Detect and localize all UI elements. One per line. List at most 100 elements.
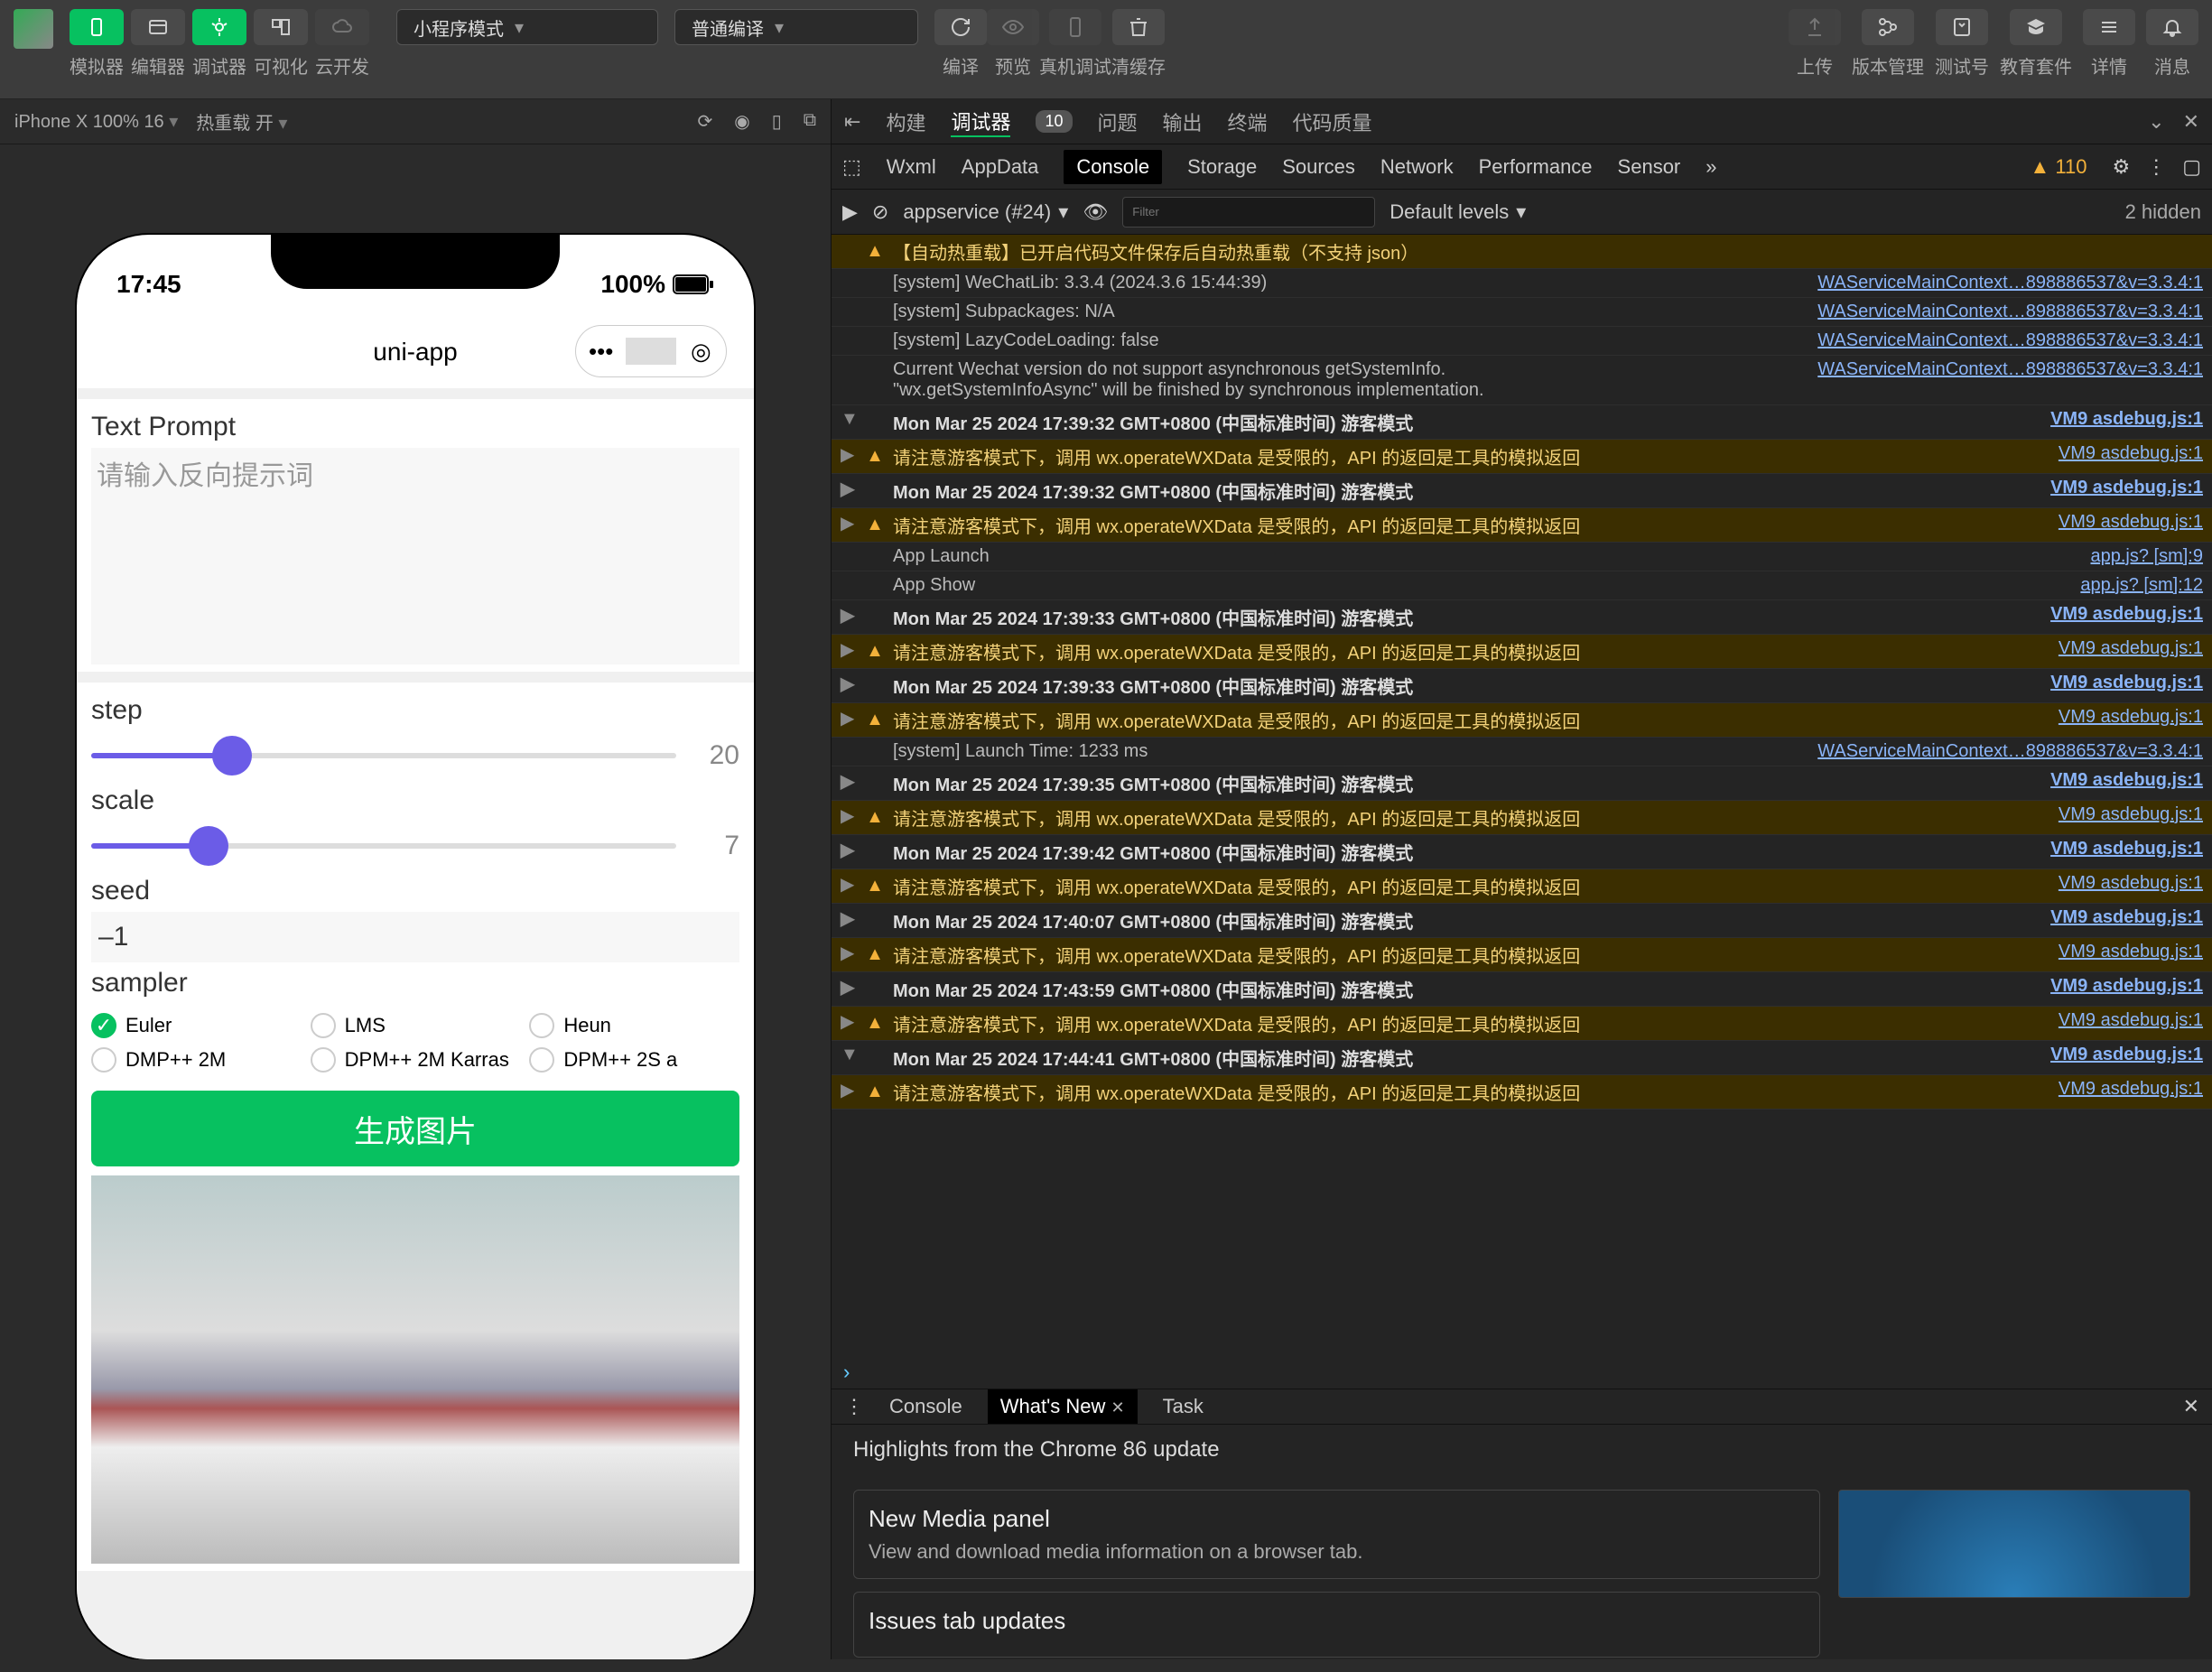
clear-cache-button[interactable]	[1112, 9, 1165, 45]
close-icon[interactable]: ✕	[2183, 110, 2199, 134]
expand-icon[interactable]	[841, 359, 859, 401]
console-row[interactable]: ▶▲请注意游客模式下，调用 wx.operateWXData 是受限的，API …	[832, 938, 2212, 972]
expand-icon[interactable]: ▶	[841, 443, 859, 469]
sampler-radio[interactable]: DPM++ 2M Karras	[311, 1047, 521, 1073]
expand-icon[interactable]	[841, 575, 859, 596]
log-source-link[interactable]: app.js? [sm]:9	[2079, 546, 2203, 567]
hidden-count[interactable]: 2 hidden	[2125, 200, 2201, 224]
log-source-link[interactable]: VM9 asdebug.js:1	[2040, 770, 2203, 796]
record-icon[interactable]: ◉	[734, 110, 749, 133]
console-row[interactable]: [system] WeChatLib: 3.3.4 (2024.3.6 15:4…	[832, 269, 2212, 298]
context-selector[interactable]: appservice (#24) ▾	[903, 200, 1068, 224]
drawer-tab-task[interactable]: Task	[1163, 1395, 1204, 1418]
capsule-menu[interactable]: ••• ◎	[575, 325, 727, 377]
expand-icon[interactable]: ▶	[841, 707, 859, 733]
cloud-dev-toggle[interactable]	[315, 9, 369, 45]
console-row[interactable]: App Launchapp.js? [sm]:9	[832, 543, 2212, 571]
console-row[interactable]: ▶▲请注意游客模式下，调用 wx.operateWXData 是受限的，API …	[832, 1075, 2212, 1110]
expand-icon[interactable]: ▼	[841, 409, 859, 435]
more-tabs-icon[interactable]: »	[1705, 155, 1716, 179]
debugger-toggle[interactable]	[192, 9, 246, 45]
log-source-link[interactable]: VM9 asdebug.js:1	[2048, 873, 2203, 899]
console-row[interactable]: App Showapp.js? [sm]:12	[832, 571, 2212, 600]
rotate-icon[interactable]: ⟳	[697, 110, 712, 133]
drawer-close-icon[interactable]: ✕	[2183, 1395, 2199, 1418]
expand-icon[interactable]: ▶	[841, 804, 859, 831]
log-source-link[interactable]: VM9 asdebug.js:1	[2048, 638, 2203, 664]
warning-count[interactable]: ▲ 110	[2031, 155, 2087, 179]
chevron-down-icon[interactable]: ⌄	[2148, 110, 2164, 134]
tab-wxml[interactable]: Wxml	[887, 155, 936, 179]
expand-icon[interactable]	[841, 273, 859, 293]
console-row[interactable]: [system] Launch Time: 1233 msWAServiceMa…	[832, 738, 2212, 766]
drawer-tab-whatsnew[interactable]: What's New ✕	[988, 1389, 1138, 1424]
log-source-link[interactable]: VM9 asdebug.js:1	[2048, 804, 2203, 831]
expand-icon[interactable]: ▶	[841, 976, 859, 1002]
log-source-link[interactable]: VM9 asdebug.js:1	[2040, 673, 2203, 699]
negative-prompt-textarea[interactable]: 请输入反向提示词	[91, 448, 739, 664]
upload-button[interactable]	[1789, 9, 1841, 45]
edu-button[interactable]	[2010, 9, 2062, 45]
tab-problems[interactable]: 问题	[1098, 107, 1138, 136]
log-source-link[interactable]: VM9 asdebug.js:1	[2040, 478, 2203, 504]
tab-debugger[interactable]: 调试器	[951, 107, 1010, 137]
expand-icon[interactable]	[841, 238, 859, 265]
expand-icon[interactable]: ▶	[841, 1079, 859, 1105]
log-source-link[interactable]: VM9 asdebug.js:1	[2040, 409, 2203, 435]
console-row[interactable]: ▶▲请注意游客模式下，调用 wx.operateWXData 是受限的，API …	[832, 508, 2212, 543]
console-output[interactable]: ▲【自动热重载】已开启代码文件保存后自动热重载（不支持 json）[system…	[832, 235, 2212, 1359]
scale-slider[interactable]	[91, 843, 676, 849]
tab-storage[interactable]: Storage	[1187, 155, 1257, 179]
project-avatar[interactable]	[14, 9, 53, 49]
log-source-link[interactable]: VM9 asdebug.js:1	[2048, 443, 2203, 469]
expand-icon[interactable]: ▶	[841, 873, 859, 899]
log-source-link[interactable]: VM9 asdebug.js:1	[2048, 707, 2203, 733]
tab-sources[interactable]: Sources	[1282, 155, 1355, 179]
log-source-link[interactable]: VM9 asdebug.js:1	[2040, 976, 2203, 1002]
console-row[interactable]: ▶▲请注意游客模式下，调用 wx.operateWXData 是受限的，API …	[832, 440, 2212, 474]
expand-icon[interactable]: ▶	[841, 478, 859, 504]
log-levels-selector[interactable]: Default levels ▾	[1389, 200, 1526, 224]
console-row[interactable]: ▶▲请注意游客模式下，调用 wx.operateWXData 是受限的，API …	[832, 635, 2212, 669]
log-source-link[interactable]: WAServiceMainContext…898886537&v=3.3.4:1	[1807, 741, 2203, 762]
log-source-link[interactable]: WAServiceMainContext…898886537&v=3.3.4:1	[1807, 273, 2203, 293]
log-source-link[interactable]: VM9 asdebug.js:1	[2040, 907, 2203, 934]
console-row[interactable]: ▶Mon Mar 25 2024 17:40:07 GMT+0800 (中国标准…	[832, 904, 2212, 938]
generate-button[interactable]: 生成图片	[91, 1091, 739, 1166]
console-row[interactable]: ▶Mon Mar 25 2024 17:39:42 GMT+0800 (中国标准…	[832, 835, 2212, 869]
step-slider[interactable]	[91, 753, 676, 758]
clear-console-icon[interactable]: ⊘	[872, 200, 888, 224]
tab-sensor[interactable]: Sensor	[1618, 155, 1681, 179]
log-source-link[interactable]: VM9 asdebug.js:1	[2048, 1079, 2203, 1105]
compile-button[interactable]	[934, 9, 987, 45]
gear-icon[interactable]: ⚙	[2112, 155, 2130, 179]
sampler-radio[interactable]: DMP++ 2M	[91, 1047, 302, 1073]
console-row[interactable]: ▶Mon Mar 25 2024 17:39:33 GMT+0800 (中国标准…	[832, 600, 2212, 635]
dock-icon[interactable]: ⇤	[844, 110, 860, 134]
console-row[interactable]: ▶Mon Mar 25 2024 17:39:33 GMT+0800 (中国标准…	[832, 669, 2212, 703]
expand-icon[interactable]	[841, 330, 859, 351]
tab-build[interactable]: 构建	[886, 107, 925, 136]
expand-icon[interactable]: ▶	[841, 907, 859, 934]
compile-dropdown[interactable]: 普通编译 ▾	[674, 9, 918, 45]
sampler-radio[interactable]: ✓Euler	[91, 1013, 302, 1038]
console-row[interactable]: ▶Mon Mar 25 2024 17:39:35 GMT+0800 (中国标准…	[832, 766, 2212, 801]
capsule-close-icon[interactable]: ◎	[676, 338, 726, 366]
kebab-icon[interactable]: ⋮	[2146, 155, 2166, 179]
inspect-icon[interactable]: ⬚	[842, 155, 861, 179]
tab-network[interactable]: Network	[1380, 155, 1454, 179]
tab-output[interactable]: 输出	[1163, 107, 1203, 136]
sampler-radio[interactable]: DPM++ 2S a	[529, 1047, 739, 1073]
messages-button[interactable]	[2146, 9, 2198, 45]
console-row[interactable]: ▶▲请注意游客模式下，调用 wx.operateWXData 是受限的，API …	[832, 703, 2212, 738]
remote-debug-button[interactable]	[1049, 9, 1101, 45]
console-row[interactable]: ▶▲请注意游客模式下，调用 wx.operateWXData 是受限的，API …	[832, 869, 2212, 904]
test-account-button[interactable]	[1936, 9, 1988, 45]
version-button[interactable]	[1862, 9, 1914, 45]
sampler-radio[interactable]: LMS	[311, 1013, 521, 1038]
tab-terminal[interactable]: 终端	[1228, 107, 1268, 136]
play-icon[interactable]: ▶	[842, 200, 858, 224]
whatsnew-card[interactable]: New Media panel View and download media …	[853, 1490, 1820, 1579]
console-row[interactable]: [system] Subpackages: N/AWAServiceMainCo…	[832, 298, 2212, 327]
mode-dropdown[interactable]: 小程序模式 ▾	[396, 9, 658, 45]
